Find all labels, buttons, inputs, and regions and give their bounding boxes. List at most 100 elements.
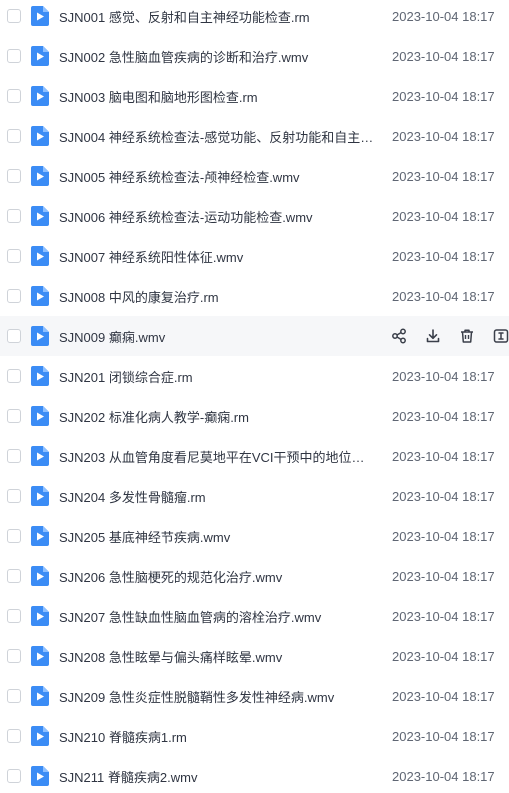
share-icon[interactable] [390, 327, 408, 345]
row-checkbox[interactable] [7, 689, 21, 703]
modified-date: 2023-10-04 18:17 [392, 288, 495, 304]
row-checkbox[interactable] [7, 329, 21, 343]
file-name[interactable]: SJN211 脊髓疾病2.wmv [59, 767, 375, 786]
file-name[interactable]: SJN003 脑电图和脑地形图检查.rm [59, 87, 375, 106]
modified-date: 2023-10-04 18:17 [392, 128, 495, 144]
video-file-icon [31, 526, 49, 546]
row-checkbox[interactable] [7, 769, 21, 783]
modified-date: 2023-10-04 18:17 [392, 728, 495, 744]
list-item[interactable]: SJN211 脊髓疾病2.wmv 2023-10-04 18:17 [0, 756, 509, 793]
list-item[interactable]: SJN202 标准化病人教学-癫痫.rm 2023-10-04 18:17 [0, 396, 509, 436]
modified-date: 2023-10-04 18:17 [392, 488, 495, 504]
list-item[interactable]: SJN005 神经系统检查法-颅神经检查.wmv 2023-10-04 18:1… [0, 156, 509, 196]
row-checkbox[interactable] [7, 49, 21, 63]
file-name[interactable]: SJN206 急性脑梗死的规范化治疗.wmv [59, 567, 375, 586]
modified-date: 2023-10-04 18:17 [392, 368, 495, 384]
file-name[interactable]: SJN005 神经系统检查法-颅神经检查.wmv [59, 167, 375, 186]
file-name[interactable]: SJN004 神经系统检查法-感觉功能、反射功能和自主神经... [59, 127, 375, 146]
row-checkbox[interactable] [7, 249, 21, 263]
modified-date: 2023-10-04 18:17 [392, 248, 495, 264]
list-item[interactable]: SJN003 脑电图和脑地形图检查.rm 2023-10-04 18:17 [0, 76, 509, 116]
file-name[interactable]: SJN210 脊髓疾病1.rm [59, 727, 375, 746]
list-item[interactable]: SJN205 基底神经节疾病.wmv 2023-10-04 18:17 [0, 516, 509, 556]
video-file-icon [31, 246, 49, 266]
row-checkbox[interactable] [7, 169, 21, 183]
list-item[interactable]: SJN004 神经系统检查法-感觉功能、反射功能和自主神经... 2023-10… [0, 116, 509, 156]
list-item[interactable]: SJN203 从血管角度看尼莫地平在VCI干预中的地位及作... 2023-10… [0, 436, 509, 476]
list-item[interactable]: SJN007 神经系统阳性体征.wmv 2023-10-04 18:17 [0, 236, 509, 276]
file-name[interactable]: SJN205 基底神经节疾病.wmv [59, 527, 375, 546]
delete-icon[interactable] [458, 327, 476, 345]
video-file-icon [31, 326, 49, 346]
list-item[interactable]: SJN204 多发性骨髓瘤.rm 2023-10-04 18:17 [0, 476, 509, 516]
video-file-icon [31, 566, 49, 586]
row-checkbox[interactable] [7, 529, 21, 543]
row-checkbox[interactable] [7, 569, 21, 583]
list-item[interactable]: SJN201 闭锁综合症.rm 2023-10-04 18:17 [0, 356, 509, 396]
file-name[interactable]: SJN204 多发性骨髓瘤.rm [59, 487, 375, 506]
modified-date: 2023-10-04 18:17 [392, 568, 495, 584]
video-file-icon [31, 646, 49, 666]
video-file-icon [31, 166, 49, 186]
modified-date: 2023-10-04 18:17 [392, 768, 495, 784]
file-name[interactable]: SJN208 急性眩晕与偏头痛样眩晕.wmv [59, 647, 375, 666]
row-checkbox[interactable] [7, 729, 21, 743]
video-file-icon [31, 366, 49, 386]
row-checkbox[interactable] [7, 289, 21, 303]
file-list: SJN001 感觉、反射和自主神经功能检查.rm 2023-10-04 18:1… [0, 0, 509, 793]
file-name[interactable]: SJN009 癫痫.wmv [59, 327, 375, 346]
file-name[interactable]: SJN209 急性炎症性脱髓鞘性多发性神经病.wmv [59, 687, 375, 706]
list-item[interactable]: SJN002 急性脑血管疾病的诊断和治疗.wmv 2023-10-04 18:1… [0, 36, 509, 76]
modified-date: 2023-10-04 18:17 [392, 208, 495, 224]
video-file-icon [31, 86, 49, 106]
row-checkbox[interactable] [7, 649, 21, 663]
video-file-icon [31, 766, 49, 786]
file-name[interactable]: SJN202 标准化病人教学-癫痫.rm [59, 407, 375, 426]
file-name[interactable]: SJN201 闭锁综合症.rm [59, 367, 375, 386]
row-checkbox[interactable] [7, 209, 21, 223]
row-checkbox[interactable] [7, 489, 21, 503]
list-item[interactable]: SJN009 癫痫.wmv [0, 316, 509, 356]
row-actions [390, 327, 509, 345]
file-name[interactable]: SJN006 神经系统检查法-运动功能检查.wmv [59, 207, 375, 226]
list-item[interactable]: SJN210 脊髓疾病1.rm 2023-10-04 18:17 [0, 716, 509, 756]
file-name[interactable]: SJN008 中风的康复治疗.rm [59, 287, 375, 306]
file-name[interactable]: SJN002 急性脑血管疾病的诊断和治疗.wmv [59, 47, 375, 66]
file-name[interactable]: SJN001 感觉、反射和自主神经功能检查.rm [59, 7, 375, 26]
list-item[interactable]: SJN008 中风的康复治疗.rm 2023-10-04 18:17 [0, 276, 509, 316]
modified-date: 2023-10-04 18:17 [392, 688, 495, 704]
video-file-icon [31, 46, 49, 66]
list-item[interactable]: SJN209 急性炎症性脱髓鞘性多发性神经病.wmv 2023-10-04 18… [0, 676, 509, 716]
video-file-icon [31, 726, 49, 746]
row-checkbox[interactable] [7, 449, 21, 463]
modified-date: 2023-10-04 18:17 [392, 168, 495, 184]
list-item[interactable]: SJN208 急性眩晕与偏头痛样眩晕.wmv 2023-10-04 18:17 [0, 636, 509, 676]
video-file-icon [31, 486, 49, 506]
modified-date: 2023-10-04 18:17 [392, 528, 495, 544]
rename-icon[interactable] [492, 327, 509, 345]
list-item[interactable]: SJN207 急性缺血性脑血管病的溶栓治疗.wmv 2023-10-04 18:… [0, 596, 509, 636]
modified-date: 2023-10-04 18:17 [392, 8, 495, 24]
video-file-icon [31, 126, 49, 146]
file-name[interactable]: SJN207 急性缺血性脑血管病的溶栓治疗.wmv [59, 607, 375, 626]
video-file-icon [31, 206, 49, 226]
row-checkbox[interactable] [7, 89, 21, 103]
row-checkbox[interactable] [7, 9, 21, 23]
modified-date: 2023-10-04 18:17 [392, 88, 495, 104]
row-checkbox[interactable] [7, 369, 21, 383]
row-checkbox[interactable] [7, 409, 21, 423]
list-item[interactable]: SJN001 感觉、反射和自主神经功能检查.rm 2023-10-04 18:1… [0, 0, 509, 36]
download-icon[interactable] [424, 327, 442, 345]
video-file-icon [31, 446, 49, 466]
file-name[interactable]: SJN007 神经系统阳性体征.wmv [59, 247, 375, 266]
video-file-icon [31, 686, 49, 706]
modified-date: 2023-10-04 18:17 [392, 48, 495, 64]
row-checkbox[interactable] [7, 609, 21, 623]
modified-date: 2023-10-04 18:17 [392, 608, 495, 624]
modified-date: 2023-10-04 18:17 [392, 648, 495, 664]
list-item[interactable]: SJN006 神经系统检查法-运动功能检查.wmv 2023-10-04 18:… [0, 196, 509, 236]
file-name[interactable]: SJN203 从血管角度看尼莫地平在VCI干预中的地位及作... [59, 447, 375, 466]
list-item[interactable]: SJN206 急性脑梗死的规范化治疗.wmv 2023-10-04 18:17 [0, 556, 509, 596]
row-checkbox[interactable] [7, 129, 21, 143]
modified-date: 2023-10-04 18:17 [392, 448, 495, 464]
